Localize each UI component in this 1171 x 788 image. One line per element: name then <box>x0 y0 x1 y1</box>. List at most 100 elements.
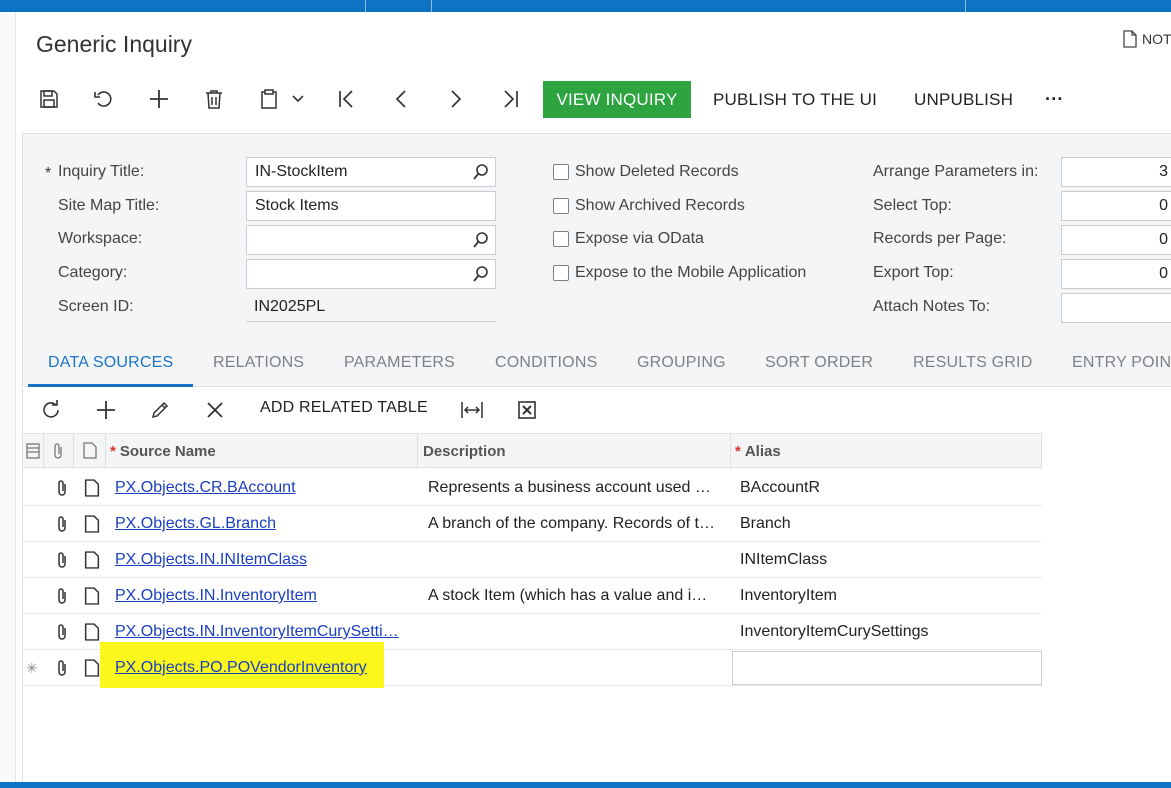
notes-button[interactable]: NOT <box>1122 30 1171 48</box>
attach-notes-to-input[interactable] <box>1061 293 1171 323</box>
source-name-link[interactable]: PX.Objects.PO.POVendorInventory <box>115 650 410 686</box>
search-icon[interactable] <box>472 231 490 249</box>
notes-column-icon <box>83 442 97 459</box>
table-row[interactable]: PX.Objects.IN.InventoryItem A stock Item… <box>23 578 1042 614</box>
view-inquiry-button[interactable]: VIEW INQUIRY <box>543 81 691 118</box>
first-record-icon[interactable] <box>331 84 361 114</box>
table-row[interactable]: PX.Objects.CR.BAccount Represents a busi… <box>23 470 1042 506</box>
tab-results-grid[interactable]: RESULTS GRID <box>913 350 1032 387</box>
add-icon[interactable] <box>144 84 174 114</box>
topbar-separator <box>431 0 432 12</box>
tab-conditions[interactable]: CONDITIONS <box>495 350 597 387</box>
expose-via-odata-checkbox[interactable]: Expose via OData <box>553 230 704 248</box>
attachment-icon[interactable] <box>53 587 71 605</box>
last-record-icon[interactable] <box>496 84 526 114</box>
source-name-link[interactable]: PX.Objects.CR.BAccount <box>115 470 410 506</box>
show-archived-records-checkbox[interactable]: Show Archived Records <box>553 197 745 215</box>
description-cell <box>428 650 723 686</box>
save-icon[interactable] <box>34 84 64 114</box>
edit-icon[interactable] <box>147 397 173 423</box>
inquiry-form: * Inquiry Title: IN-StockItem Site Map T… <box>22 133 1171 387</box>
checkbox-box[interactable] <box>553 198 569 214</box>
source-name-link[interactable]: PX.Objects.GL.Branch <box>115 506 410 542</box>
note-icon[interactable] <box>83 479 101 497</box>
checkbox-box[interactable] <box>553 265 569 281</box>
attach-notes-to-label: Attach Notes To: <box>873 298 991 315</box>
checkbox-box[interactable] <box>553 231 569 247</box>
refresh-icon[interactable] <box>38 397 64 423</box>
tab-relations[interactable]: RELATIONS <box>213 350 304 387</box>
show-deleted-records-checkbox[interactable]: Show Deleted Records <box>553 163 739 181</box>
excel-export-icon[interactable] <box>514 397 540 423</box>
export-top-value: 0 <box>1159 265 1168 282</box>
delete-icon[interactable] <box>199 84 229 114</box>
search-icon[interactable] <box>472 163 490 181</box>
tab-entry-points[interactable]: ENTRY POIN <box>1072 350 1171 387</box>
note-icon[interactable] <box>83 515 101 533</box>
attachment-column-icon <box>54 443 62 459</box>
fit-to-screen-icon[interactable] <box>459 397 485 423</box>
note-icon[interactable] <box>83 623 101 641</box>
source-name-link[interactable]: PX.Objects.IN.INItemClass <box>115 542 410 578</box>
left-sidebar-strip <box>0 12 16 782</box>
header-separator <box>1041 434 1042 469</box>
inquiry-title-input[interactable]: IN-StockItem <box>246 157 496 187</box>
header-separator <box>43 434 44 469</box>
tab-parameters[interactable]: PARAMETERS <box>344 350 455 387</box>
alias-cell: Branch <box>740 515 791 532</box>
header-separator <box>417 434 418 469</box>
publish-button[interactable]: PUBLISH TO THE UI <box>713 81 877 118</box>
search-icon[interactable] <box>472 265 490 283</box>
clipboard-icon[interactable] <box>254 84 284 114</box>
workspace-input[interactable] <box>246 225 496 255</box>
tab-grouping[interactable]: GROUPING <box>637 350 726 387</box>
category-input[interactable] <box>246 259 496 289</box>
arrange-parameters-input[interactable]: 3 <box>1061 157 1171 187</box>
column-description[interactable]: Description <box>423 434 506 469</box>
attachment-icon[interactable] <box>53 659 71 677</box>
add-related-table-button[interactable]: ADD RELATED TABLE <box>260 399 428 417</box>
add-row-icon[interactable] <box>93 397 119 423</box>
header-separator <box>730 434 731 469</box>
table-row[interactable]: PX.Objects.GL.Branch A branch of the com… <box>23 506 1042 542</box>
header-separator <box>105 434 106 469</box>
attachment-icon[interactable] <box>53 479 71 497</box>
column-source-name[interactable]: * Source Name <box>110 434 216 469</box>
attachment-icon[interactable] <box>53 515 71 533</box>
note-icon[interactable] <box>83 659 101 677</box>
note-icon[interactable] <box>83 587 101 605</box>
column-label: Description <box>423 443 506 460</box>
alias-input[interactable] <box>732 651 1042 685</box>
export-top-input[interactable]: 0 <box>1061 259 1171 289</box>
tab-data-sources[interactable]: DATA SOURCES <box>48 350 173 387</box>
select-top-input[interactable]: 0 <box>1061 191 1171 221</box>
arrange-parameters-label: Arrange Parameters in: <box>873 163 1039 180</box>
expose-mobile-checkbox[interactable]: Expose to the Mobile Application <box>553 264 806 282</box>
required-mark: * <box>735 443 741 460</box>
source-name-link[interactable]: PX.Objects.IN.InventoryItem <box>115 578 410 614</box>
chevron-down-icon[interactable] <box>283 84 313 114</box>
category-label: Category: <box>58 264 128 281</box>
table-row[interactable]: PX.Objects.IN.INItemClass INItemClass <box>23 542 1042 578</box>
delete-row-icon[interactable] <box>202 397 228 423</box>
note-icon[interactable] <box>83 551 101 569</box>
unpublish-button[interactable]: UNPUBLISH <box>914 81 1013 118</box>
records-per-page-input[interactable]: 0 <box>1061 225 1171 255</box>
tab-sort-order[interactable]: SORT ORDER <box>765 350 873 387</box>
next-icon[interactable] <box>441 84 471 114</box>
undo-icon[interactable] <box>89 84 119 114</box>
checkbox-label: Show Archived Records <box>575 197 745 214</box>
table-row-new[interactable]: ✳ PX.Objects.PO.POVendorInventory <box>23 642 1042 688</box>
site-map-title-value: Stock Items <box>255 197 339 214</box>
checkbox-box[interactable] <box>553 164 569 180</box>
previous-icon[interactable] <box>386 84 416 114</box>
alias-cell: INItemClass <box>740 551 828 568</box>
more-menu-button[interactable]: ··· <box>1045 81 1064 118</box>
site-map-title-input[interactable]: Stock Items <box>246 191 496 221</box>
records-per-page-label: Records per Page: <box>873 230 1007 247</box>
inquiry-title-value: IN-StockItem <box>255 163 348 180</box>
checkbox-label: Show Deleted Records <box>575 163 739 180</box>
attachment-icon[interactable] <box>53 623 71 641</box>
column-alias[interactable]: * Alias <box>735 434 781 469</box>
attachment-icon[interactable] <box>53 551 71 569</box>
